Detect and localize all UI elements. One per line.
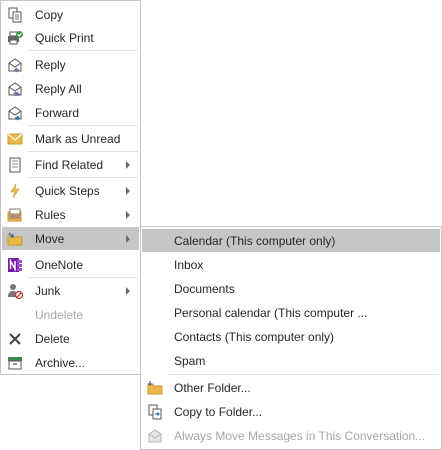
menu-separator (27, 151, 138, 152)
submenu-item-label: Personal calendar (This computer ... (174, 306, 368, 320)
menu-item-label: Reply (35, 58, 66, 72)
submenu-arrow-icon (126, 287, 130, 295)
menu-item-label: Archive... (35, 356, 86, 370)
submenu-arrow-icon (126, 211, 130, 219)
submenu-item-calendar[interactable]: Calendar (This computer only) (142, 229, 440, 252)
submenu-arrow-icon (126, 187, 130, 195)
menu-item-label: Move (35, 232, 65, 246)
quick-steps-icon (6, 182, 23, 199)
menu-item-label: Delete (35, 332, 70, 346)
delete-icon (6, 330, 23, 347)
submenu-arrow-icon (126, 161, 130, 169)
forward-icon (6, 104, 23, 121)
menu-item-label: OneNote (35, 258, 84, 272)
always-move-icon (146, 427, 163, 444)
find-related-icon (6, 156, 23, 173)
menu-item-label: Copy (35, 8, 64, 22)
quick-print-icon (6, 29, 23, 46)
submenu-item-documents[interactable]: Documents (142, 277, 440, 300)
copy-to-folder-icon (146, 403, 163, 420)
menu-item-mark-unread[interactable]: Mark as Unread (2, 127, 139, 150)
menu-item-copy[interactable]: Copy (2, 3, 139, 26)
copy-icon (6, 6, 23, 23)
menu-item-find-related[interactable]: Find Related (2, 153, 139, 176)
menu-item-undelete: Undelete (2, 303, 139, 326)
submenu-item-label: Other Folder... (174, 381, 251, 395)
submenu-item-personal-calendar[interactable]: Personal calendar (This computer ... (142, 301, 440, 324)
menu-item-label: Junk (35, 284, 61, 298)
menu-item-quick-steps[interactable]: Quick Steps (2, 179, 139, 202)
menu-item-quick-print[interactable]: Quick Print (2, 26, 139, 49)
menu-item-label: Reply All (35, 82, 82, 96)
menu-separator (27, 277, 138, 278)
move-submenu: Calendar (This computer only) Inbox Docu… (140, 226, 442, 450)
submenu-item-copy-to-folder[interactable]: Copy to Folder... (142, 400, 440, 423)
submenu-item-label: Spam (174, 354, 206, 368)
menu-separator (27, 177, 138, 178)
menu-separator (27, 125, 138, 126)
submenu-item-label: Copy to Folder... (174, 405, 263, 419)
menu-item-move[interactable]: Move (2, 227, 139, 250)
menu-item-label: Quick Steps (35, 184, 100, 198)
submenu-item-label: Inbox (174, 258, 204, 272)
junk-icon (6, 282, 23, 299)
submenu-item-label: Calendar (This computer only) (174, 234, 336, 248)
submenu-item-spam[interactable]: Spam (142, 349, 440, 372)
mark-unread-icon (6, 130, 23, 147)
other-folder-icon (146, 379, 163, 396)
move-icon (6, 230, 23, 247)
menu-separator (27, 50, 138, 51)
menu-item-junk[interactable]: Junk (2, 279, 139, 302)
menu-item-label: Find Related (35, 158, 104, 172)
reply-all-icon (6, 80, 23, 97)
menu-item-delete[interactable]: Delete (2, 327, 139, 350)
submenu-item-inbox[interactable]: Inbox (142, 253, 440, 276)
submenu-item-label: Documents (174, 282, 235, 296)
reply-icon (6, 56, 23, 73)
submenu-item-contacts[interactable]: Contacts (This computer only) (142, 325, 440, 348)
onenote-icon (6, 256, 23, 273)
menu-item-archive[interactable]: Archive... (2, 351, 139, 374)
menu-item-label: Undelete (35, 308, 84, 322)
submenu-item-label: Contacts (This computer only) (174, 330, 335, 344)
submenu-item-label: Always Move Messages in This Conversatio… (174, 429, 426, 443)
menu-separator (167, 374, 439, 375)
menu-item-rules[interactable]: Rules (2, 203, 139, 226)
menu-item-label: Mark as Unread (35, 132, 121, 146)
archive-icon (6, 354, 23, 371)
submenu-arrow-icon (126, 235, 130, 243)
menu-item-onenote[interactable]: OneNote (2, 253, 139, 276)
rules-icon (6, 206, 23, 223)
menu-item-label: Quick Print (35, 31, 94, 45)
menu-item-reply[interactable]: Reply (2, 53, 139, 76)
submenu-item-other-folder[interactable]: Other Folder... (142, 376, 440, 399)
menu-item-forward[interactable]: Forward (2, 101, 139, 124)
menu-item-label: Forward (35, 106, 80, 120)
menu-item-reply-all[interactable]: Reply All (2, 77, 139, 100)
menu-item-label: Rules (35, 208, 66, 222)
context-menu: Copy Quick Print Reply Reply All Forward… (0, 0, 141, 375)
submenu-item-always-move: Always Move Messages in This Conversatio… (142, 424, 440, 447)
